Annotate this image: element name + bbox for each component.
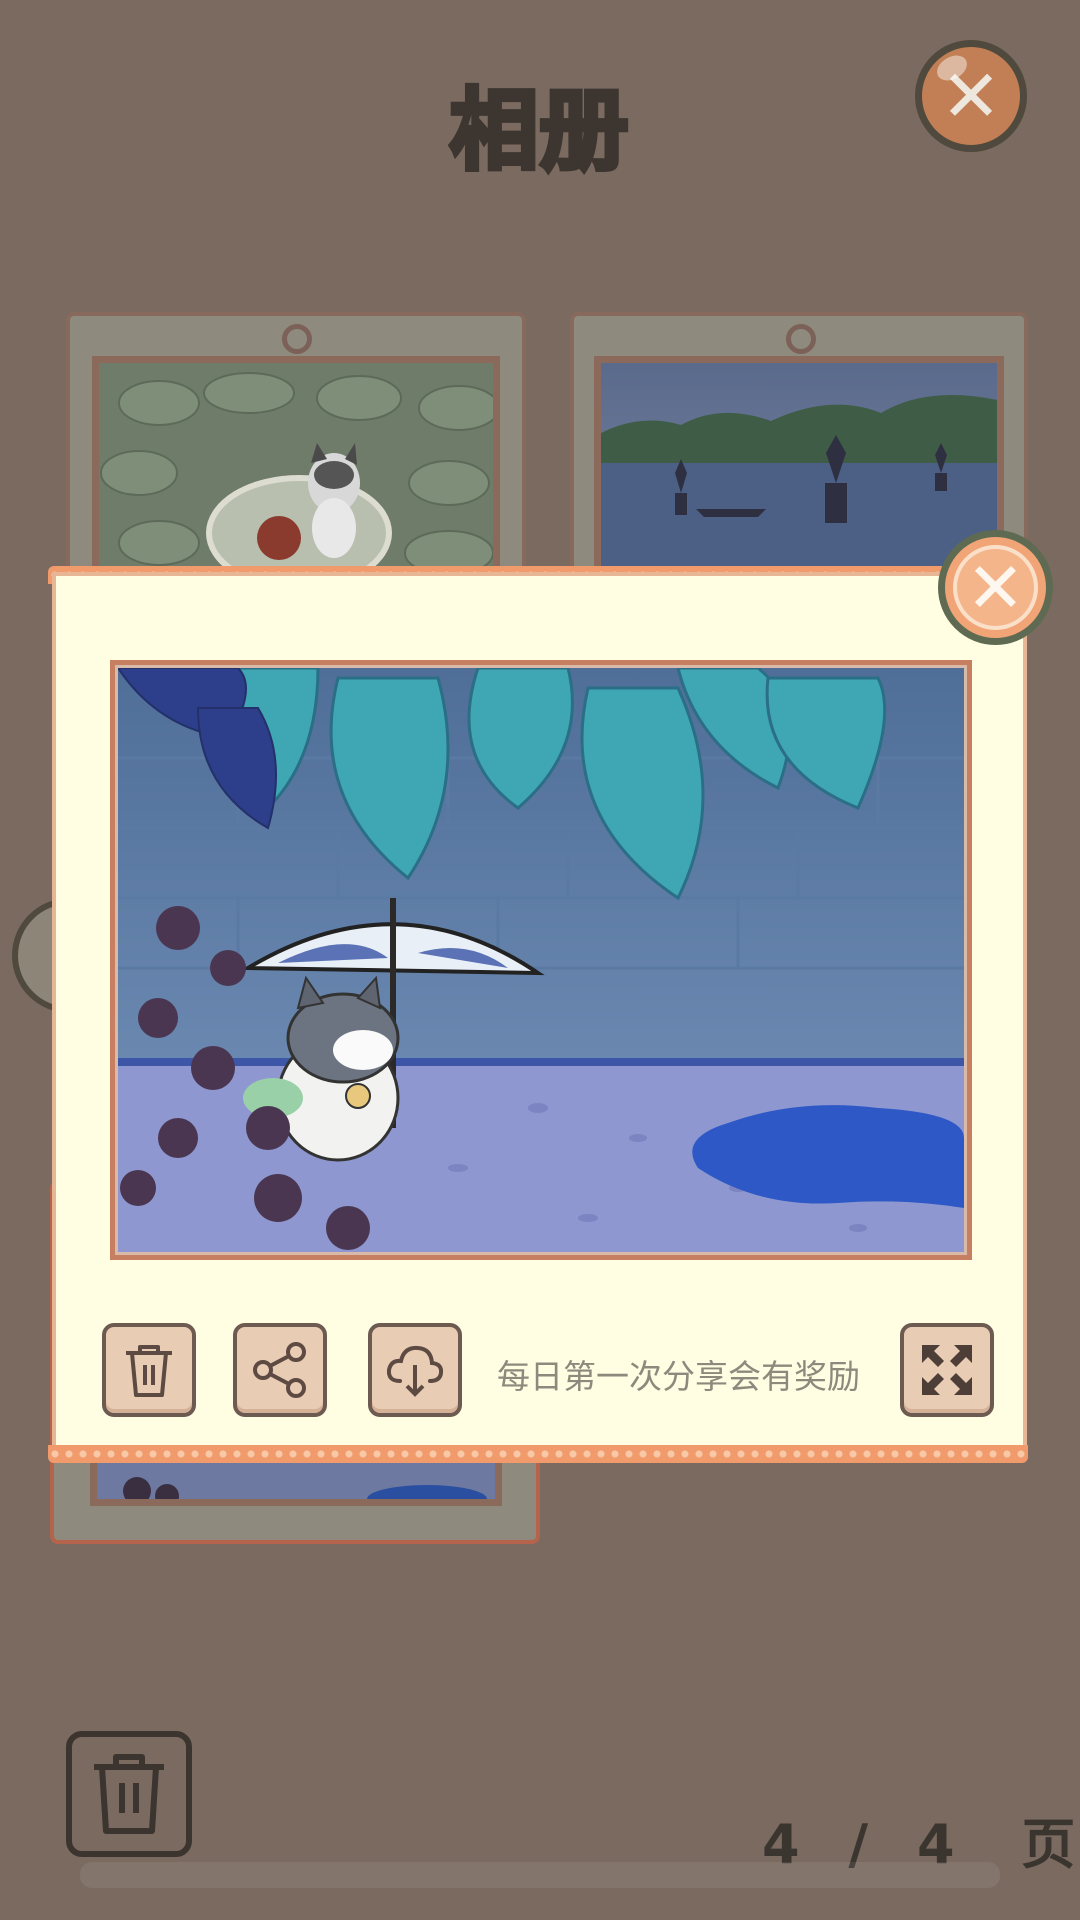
photo-thumbnail[interactable] (92, 356, 500, 586)
share-photo-button[interactable] (233, 1323, 327, 1417)
preview-photo[interactable] (118, 668, 964, 1252)
expand-icon (922, 1345, 972, 1395)
footer-shadow (80, 1862, 1000, 1888)
card-hole (282, 324, 312, 354)
card-hole (786, 324, 816, 354)
album-card[interactable] (66, 312, 526, 586)
close-icon: ✕ (966, 546, 1025, 629)
modal-bottom-trim (48, 1445, 1028, 1463)
fullscreen-button[interactable] (900, 1323, 994, 1417)
share-icon (253, 1342, 306, 1398)
lake-pagodas-image (601, 363, 997, 579)
cloud-download-icon (386, 1345, 444, 1397)
album-close-button[interactable]: ✕ (915, 40, 1027, 152)
close-icon: ✕ (940, 54, 1002, 138)
delete-mode-button[interactable] (66, 1731, 192, 1857)
cat-umbrella-rain-image (118, 668, 964, 1252)
page-suffix: 页 (1021, 1813, 1078, 1876)
download-photo-button[interactable] (368, 1323, 462, 1417)
modal-close-button[interactable]: ✕ (938, 530, 1053, 645)
photo-thumbnail[interactable] (594, 356, 1004, 586)
delete-photo-button[interactable] (102, 1323, 196, 1417)
trash-icon (126, 1345, 172, 1397)
trash-icon (94, 1754, 164, 1834)
share-reward-hint: 每日第一次分享会有奖励 (497, 1357, 860, 1396)
cat-in-pot-image (99, 363, 493, 579)
